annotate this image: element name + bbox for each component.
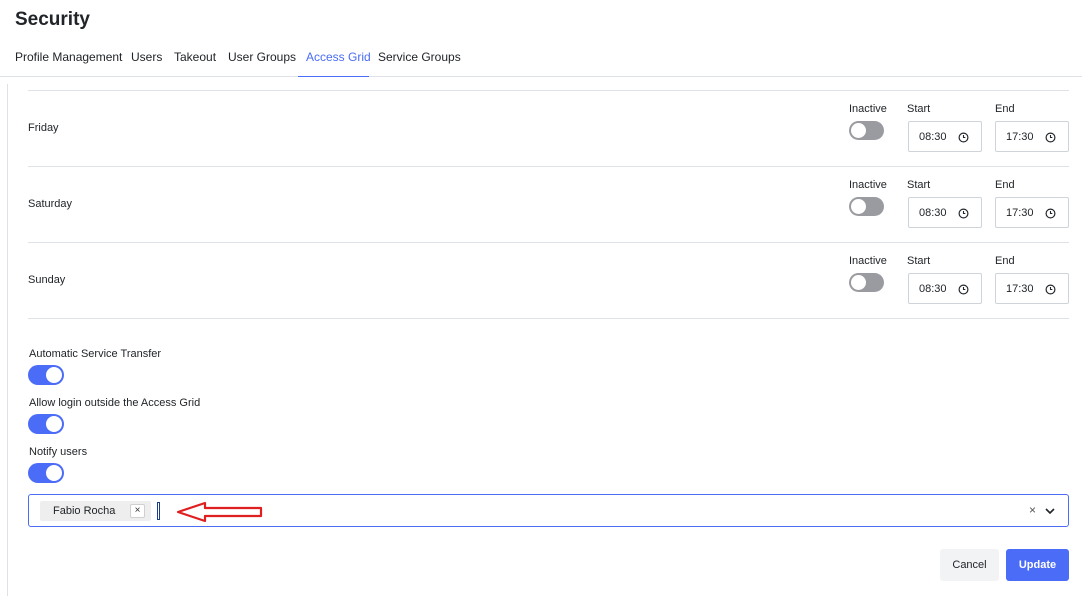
day-active-toggle[interactable] (849, 121, 884, 140)
day-active-toggle[interactable] (849, 273, 884, 292)
toggle-knob (851, 123, 866, 138)
allow-login-label: Allow login outside the Access Grid (29, 397, 201, 409)
page-title: Security (15, 9, 90, 30)
toggle-knob (851, 199, 866, 214)
start-time-value: 08:30 (919, 131, 947, 143)
start-time-value: 08:30 (919, 207, 947, 219)
start-caption: Start (907, 103, 931, 115)
status-caption: Inactive (849, 255, 887, 267)
toggle-knob (46, 367, 62, 383)
end-time-input[interactable]: 17:30 (995, 121, 1069, 152)
end-time-value: 17:30 (1006, 131, 1034, 143)
clock-icon (1045, 132, 1056, 143)
end-time-input[interactable]: 17:30 (995, 273, 1069, 304)
chevron-down-icon[interactable] (1044, 505, 1056, 517)
day-row-sunday: Sunday Inactive Start End 08:30 17:30 (28, 242, 1069, 318)
close-icon[interactable]: × (1029, 503, 1036, 517)
panel-left-border (7, 84, 8, 596)
day-label: Friday (28, 122, 59, 134)
clock-icon (1045, 208, 1056, 219)
start-caption: Start (907, 179, 931, 191)
tab-bar: Profile Management Users Takeout User Gr… (0, 42, 1082, 77)
tab-user-groups[interactable]: User Groups (228, 50, 296, 77)
selected-user-chip: Fabio Rocha × (40, 501, 151, 521)
toggle-knob (851, 275, 866, 290)
day-row-saturday: Saturday Inactive Start End 08:30 17:30 (28, 166, 1069, 242)
end-caption: End (995, 179, 1015, 191)
end-time-input[interactable]: 17:30 (995, 197, 1069, 228)
end-time-value: 17:30 (1006, 207, 1034, 219)
auto-transfer-toggle[interactable] (28, 365, 64, 385)
start-time-input[interactable]: 08:30 (908, 121, 982, 152)
start-time-value: 08:30 (919, 283, 947, 295)
clock-icon (958, 132, 969, 143)
toggle-knob (46, 416, 62, 432)
end-caption: End (995, 255, 1015, 267)
tab-service-groups[interactable]: Service Groups (378, 50, 461, 77)
clock-icon (958, 284, 969, 295)
toggle-knob (46, 465, 62, 481)
clock-icon (958, 208, 969, 219)
tab-profile-management[interactable]: Profile Management (15, 50, 122, 77)
update-button[interactable]: Update (1006, 549, 1069, 581)
status-caption: Inactive (849, 103, 887, 115)
tab-users[interactable]: Users (131, 50, 162, 77)
arrow-left-icon (176, 501, 263, 523)
notify-users-toggle[interactable] (28, 463, 64, 483)
allow-login-toggle[interactable] (28, 414, 64, 434)
notify-users-label: Notify users (29, 446, 88, 458)
section-divider (28, 318, 1069, 319)
day-active-toggle[interactable] (849, 197, 884, 216)
tab-takeout[interactable]: Takeout (174, 50, 216, 77)
day-label: Sunday (28, 274, 66, 286)
clock-icon (1045, 284, 1056, 295)
tab-access-grid[interactable]: Access Grid (298, 50, 371, 77)
status-caption: Inactive (849, 179, 887, 191)
day-label: Saturday (28, 198, 73, 210)
remove-user-button[interactable]: × (130, 504, 145, 518)
start-time-input[interactable]: 08:30 (908, 197, 982, 228)
selected-user-name: Fabio Rocha (53, 505, 116, 517)
day-row-friday: Friday Inactive Start End 08:30 17:30 (28, 90, 1069, 166)
cancel-button[interactable]: Cancel (940, 549, 999, 581)
auto-transfer-label: Automatic Service Transfer (29, 348, 162, 360)
text-cursor (157, 502, 160, 520)
end-time-value: 17:30 (1006, 283, 1034, 295)
end-caption: End (995, 103, 1015, 115)
start-caption: Start (907, 255, 931, 267)
start-time-input[interactable]: 08:30 (908, 273, 982, 304)
